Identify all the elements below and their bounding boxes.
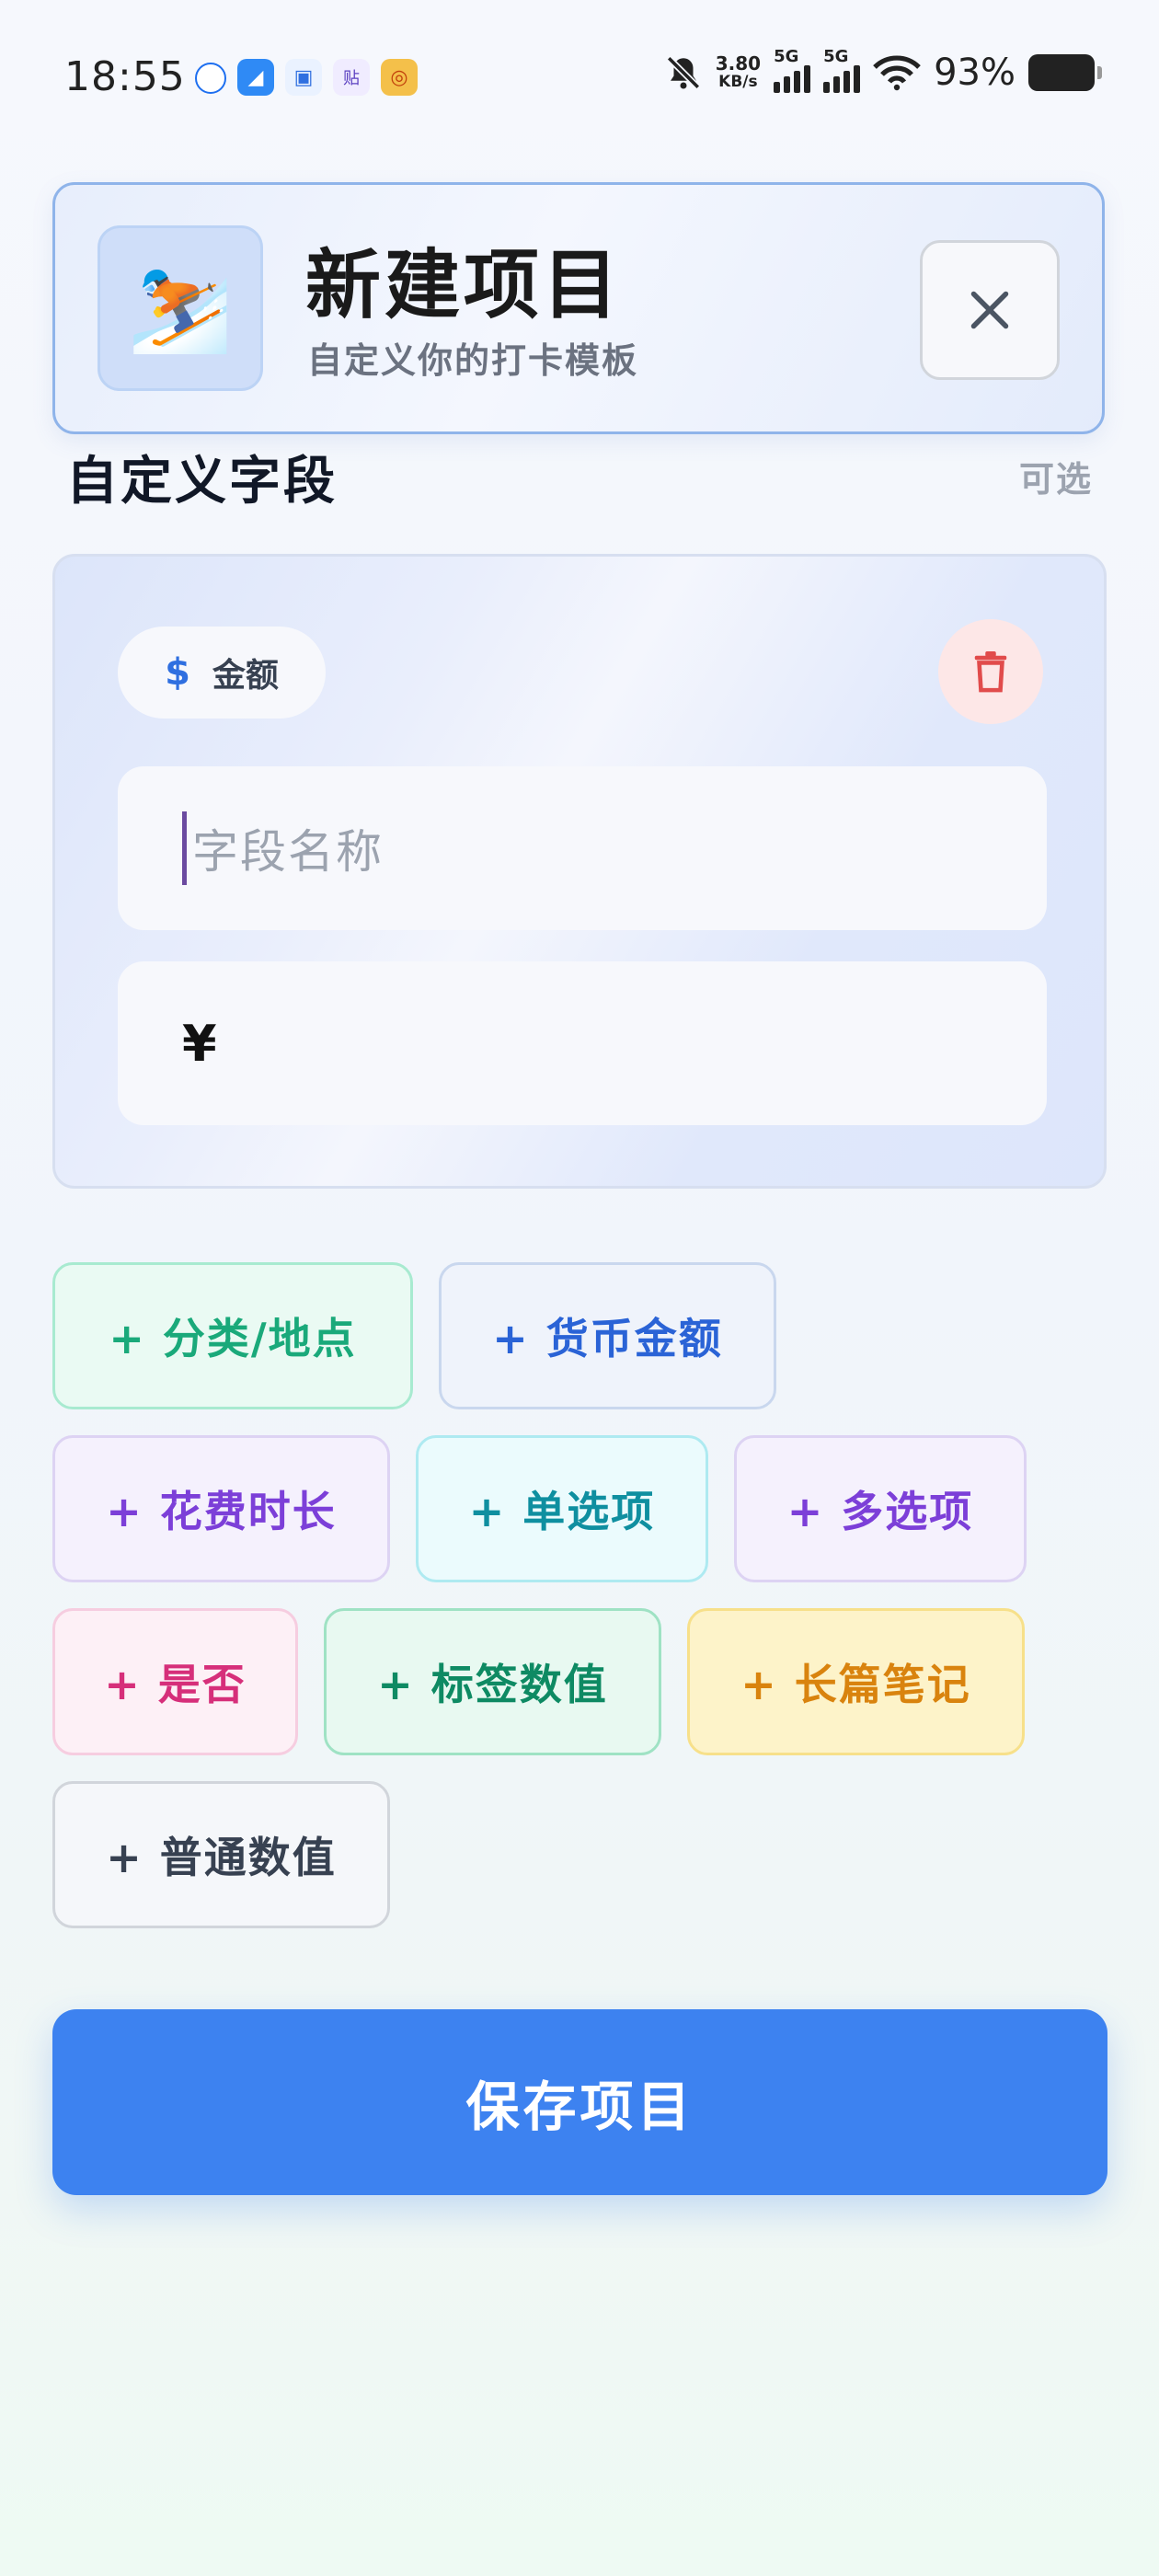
notification-icons: ◢ ▣ 贴 ◎ bbox=[195, 59, 418, 96]
add-number-chip[interactable]: + 普通数值 bbox=[52, 1781, 390, 1928]
close-icon bbox=[970, 291, 1009, 329]
add-multi-choice-chip[interactable]: + 多选项 bbox=[734, 1435, 1027, 1582]
battery-percent: 93% bbox=[934, 52, 1016, 94]
field-type-label: 金额 bbox=[212, 657, 279, 695]
save-project-button[interactable]: 保存项目 bbox=[52, 2009, 1107, 2195]
net-speed-value: 3.80 bbox=[715, 52, 762, 75]
currency-symbol: ¥ bbox=[182, 1014, 217, 1073]
custom-field-card: $ 金额 字段名称 ¥ bbox=[52, 554, 1107, 1189]
signal-icon: 5G bbox=[774, 47, 811, 93]
page-subtitle: 自定义你的打卡模板 bbox=[307, 340, 639, 381]
dollar-icon: $ bbox=[165, 651, 190, 694]
project-emoji-icon[interactable]: ⛷️ bbox=[98, 225, 263, 391]
header-card: ⛷️ 新建项目 自定义你的打卡模板 bbox=[52, 182, 1105, 434]
add-long-note-chip[interactable]: + 长篇笔记 bbox=[687, 1608, 1025, 1755]
net-speed-unit: KB/s bbox=[718, 73, 758, 91]
page-title: 新建项目 bbox=[305, 242, 623, 329]
app-notification-icon: ◢ bbox=[237, 59, 274, 96]
mute-bell-icon bbox=[666, 55, 700, 90]
trash-icon bbox=[974, 650, 1007, 693]
app-notification-icon: 贴 bbox=[333, 59, 370, 96]
app-notification-icon bbox=[195, 63, 226, 94]
field-type-chip[interactable]: $ 金额 bbox=[118, 627, 326, 719]
app-notification-icon: ◎ bbox=[381, 59, 418, 96]
section-title: 自定义字段 bbox=[66, 452, 338, 512]
status-bar: 18:55 ◢ ▣ 贴 ◎ 3.80 KB/s 5G 5G 93% bbox=[0, 0, 1159, 156]
add-yes-no-chip[interactable]: + 是否 bbox=[52, 1608, 298, 1755]
signal-label: 5G bbox=[823, 47, 849, 66]
status-time: 18:55 bbox=[64, 53, 186, 100]
signal-label: 5G bbox=[774, 47, 799, 66]
close-button[interactable] bbox=[920, 240, 1060, 380]
wifi-icon bbox=[873, 55, 921, 91]
text-cursor bbox=[182, 811, 187, 885]
section-hint: 可选 bbox=[1018, 459, 1093, 500]
system-icons: 3.80 KB/s 5G 5G 93% bbox=[664, 47, 1102, 94]
chat-notification-icon: ▣ bbox=[285, 59, 322, 96]
add-currency-amount-chip[interactable]: + 货币金额 bbox=[439, 1262, 776, 1409]
signal-icon: 5G bbox=[823, 47, 861, 93]
delete-field-button[interactable] bbox=[938, 619, 1043, 724]
amount-input[interactable]: ¥ bbox=[118, 961, 1047, 1125]
add-category-location-chip[interactable]: + 分类/地点 bbox=[52, 1262, 413, 1409]
add-duration-chip[interactable]: + 花费时长 bbox=[52, 1435, 390, 1582]
add-tag-value-chip[interactable]: + 标签数值 bbox=[324, 1608, 661, 1755]
add-single-choice-chip[interactable]: + 单选项 bbox=[416, 1435, 708, 1582]
field-name-placeholder: 字段名称 bbox=[192, 825, 384, 879]
battery-icon bbox=[1028, 54, 1102, 91]
field-name-input[interactable]: 字段名称 bbox=[118, 766, 1047, 930]
net-speed: 3.80 KB/s bbox=[716, 54, 761, 91]
